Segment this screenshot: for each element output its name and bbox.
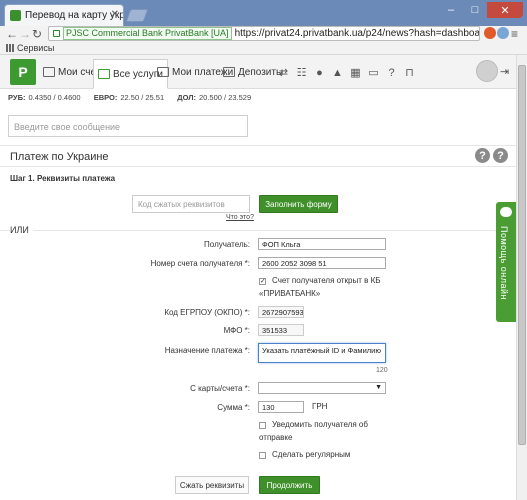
tab-title: Перевод на карту украине bbox=[25, 10, 124, 21]
privat-checkbox-label: Счет получателя открыт в КБ bbox=[272, 276, 381, 285]
divider bbox=[0, 145, 516, 146]
window-controls: – □ ✕ bbox=[439, 2, 523, 18]
cart-icon[interactable]: ⊓ bbox=[401, 64, 418, 81]
continue-button[interactable]: Продолжить bbox=[259, 476, 320, 494]
list-icon bbox=[98, 69, 110, 79]
transfer-icon[interactable]: ⇄ bbox=[275, 64, 292, 81]
main-menu: Р Мои счета Все услуги Мои платежи Депоз… bbox=[0, 55, 516, 89]
divider bbox=[0, 166, 516, 167]
regular-checkbox[interactable] bbox=[259, 452, 266, 459]
compress-details-button[interactable]: Сжать реквизиты bbox=[175, 476, 249, 494]
recipient-input[interactable]: ФОП Кльга bbox=[258, 238, 386, 250]
quick-icons: ⇄ ☷ ● ▲ ▦ ▭ ? ⊓ bbox=[275, 64, 419, 81]
step-title: Шаг 1. Реквизиты платежа bbox=[10, 174, 116, 183]
extension-icon[interactable] bbox=[497, 27, 509, 39]
chat-icon[interactable]: ☷ bbox=[293, 64, 310, 81]
purpose-counter: 120 bbox=[376, 367, 388, 374]
rate-usd: 20.500 / 23.529 bbox=[199, 93, 252, 102]
ev-certificate-badge: PJSC Commercial Bank PrivatBank [UA] bbox=[63, 27, 232, 40]
compressed-code-input[interactable]: Код сжатых реквизитов bbox=[132, 195, 250, 213]
new-tab-button[interactable] bbox=[125, 9, 149, 22]
edrpou-input[interactable]: 2672907593 bbox=[258, 306, 304, 318]
close-window-icon[interactable]: ✕ bbox=[487, 2, 523, 18]
privat-checkbox-label-2: «ПРИВАТБАНК» bbox=[259, 289, 321, 298]
currency-label: ГРН bbox=[312, 402, 328, 411]
recipient-label: Получатель: bbox=[204, 240, 250, 249]
close-tab-icon[interactable]: ✕ bbox=[111, 9, 119, 20]
or-label: ИЛИ bbox=[10, 225, 33, 235]
extension-icon[interactable] bbox=[484, 27, 496, 39]
amount-input[interactable]: 130 bbox=[258, 401, 304, 413]
fill-form-button[interactable]: Заполнить форму bbox=[259, 195, 338, 213]
deposit-icon bbox=[223, 67, 235, 77]
account-input[interactable]: 2600 2052 3098 51 bbox=[258, 257, 386, 269]
card-select[interactable]: ▼ bbox=[258, 382, 386, 394]
chevron-down-icon: ▼ bbox=[375, 384, 382, 391]
purpose-textarea[interactable]: Указать платёжный ID и Фамилию bbox=[258, 343, 386, 363]
payments-icon bbox=[157, 67, 169, 77]
menu-icon[interactable]: ≡ bbox=[511, 27, 518, 41]
notify-checkbox[interactable] bbox=[259, 422, 266, 429]
edrpou-label: Код ЕГРПОУ (ОКПО) *: bbox=[164, 308, 250, 317]
lock-icon bbox=[53, 30, 60, 37]
help-icon[interactable]: ? bbox=[383, 64, 400, 81]
rate-rub: 0.4350 / 0.4600 bbox=[28, 93, 81, 102]
browser-titlebar: Перевод на карту украине ✕ – □ ✕ bbox=[0, 0, 527, 26]
reload-icon[interactable]: ↻ bbox=[32, 27, 42, 41]
help-icon[interactable]: ? bbox=[475, 148, 490, 163]
card-icon bbox=[43, 67, 55, 77]
help-online-tab[interactable]: Помощь онлайн bbox=[496, 202, 516, 322]
privatbank-favicon bbox=[10, 10, 21, 21]
back-icon[interactable]: ← bbox=[6, 27, 18, 41]
notify-checkbox-label-2: отправке bbox=[259, 433, 293, 442]
windows-icon[interactable]: ▦ bbox=[347, 64, 364, 81]
logout-icon[interactable]: ⇥ bbox=[500, 65, 509, 78]
apps-link[interactable]: Сервисы bbox=[17, 43, 54, 53]
address-bar[interactable]: PJSC Commercial Bank PrivatBank [UA] http… bbox=[48, 26, 480, 41]
user-avatar[interactable] bbox=[476, 60, 498, 82]
what-is-it-link[interactable]: Что это? bbox=[226, 214, 254, 221]
browser-tab[interactable]: Перевод на карту украине ✕ bbox=[4, 4, 124, 26]
url-text: https://privat24.privatbank.ua/p24/news?… bbox=[234, 28, 480, 39]
rate-eur: 22.50 / 25.51 bbox=[120, 93, 165, 102]
tv-icon[interactable]: ▭ bbox=[365, 64, 382, 81]
chat-bubble-icon bbox=[500, 207, 512, 217]
regular-checkbox-label: Сделать регулярным bbox=[272, 450, 351, 459]
exchange-rates: РУБ: 0.4350 / 0.4600 ЕВРО: 22.50 / 25.51 Д… bbox=[8, 93, 252, 102]
purpose-label: Назначение платежа *: bbox=[164, 346, 250, 355]
mfo-label: МФО *: bbox=[223, 326, 250, 335]
browser-navbar: ← → ↻ PJSC Commercial Bank PrivatBank [U… bbox=[0, 26, 527, 42]
amount-label: Сумма *: bbox=[217, 403, 250, 412]
forward-icon[interactable]: → bbox=[19, 27, 31, 41]
page-scrollbar[interactable] bbox=[516, 55, 527, 500]
card-label: С карты/счета *: bbox=[190, 384, 250, 393]
help-online-label: Помощь онлайн bbox=[499, 226, 509, 300]
account-label: Номер счета получателя *: bbox=[150, 259, 250, 268]
apps-icon bbox=[6, 44, 14, 52]
privat-checkbox[interactable]: ✓ bbox=[259, 278, 266, 285]
scrollbar-thumb[interactable] bbox=[518, 65, 526, 445]
page-title: Платеж по Украине bbox=[10, 151, 109, 163]
apple-icon[interactable]: ● bbox=[311, 64, 328, 81]
message-input[interactable]: Введите свое сообщение bbox=[8, 115, 248, 137]
notify-checkbox-label: Уведомить получателя об bbox=[272, 420, 368, 429]
android-icon[interactable]: ▲ bbox=[329, 64, 346, 81]
info-icon[interactable]: ? bbox=[493, 148, 508, 163]
privat24-logo[interactable]: Р bbox=[10, 59, 36, 85]
divider bbox=[0, 230, 516, 231]
minimize-icon[interactable]: – bbox=[439, 2, 463, 18]
mfo-input[interactable]: 351533 bbox=[258, 324, 304, 336]
maximize-icon[interactable]: □ bbox=[463, 2, 487, 18]
bookmarks-bar: Сервисы bbox=[0, 42, 527, 55]
